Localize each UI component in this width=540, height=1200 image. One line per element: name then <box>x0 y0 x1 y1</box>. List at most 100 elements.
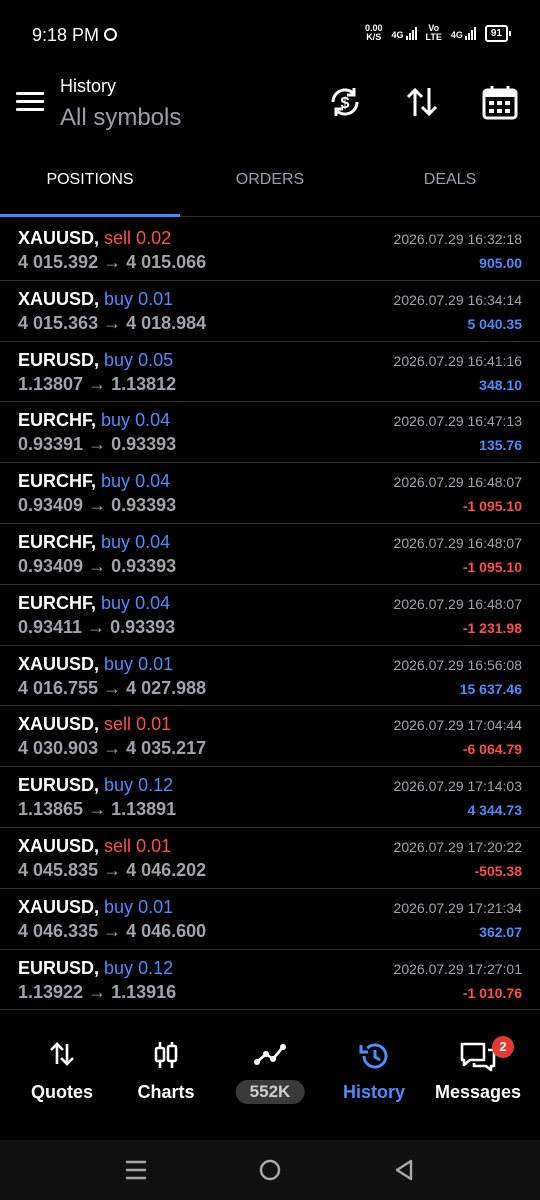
position-row[interactable]: XAUUSD, sell 0.02 4 015.392 → 4 015.066 20… <box>0 220 540 281</box>
position-symbol: XAUUSD, sell 0.02 <box>18 228 171 249</box>
close-price: 0.93393 <box>111 555 177 576</box>
tab-orders[interactable]: ORDERS <box>180 154 360 216</box>
position-profit: -1 231.98 <box>462 619 522 636</box>
nav-history[interactable]: History <box>320 1012 428 1140</box>
position-symbol: XAUUSD, buy 0.01 <box>18 289 173 310</box>
menu-icon[interactable] <box>16 92 44 112</box>
price-range: 0.93409 → 0.93393 <box>18 556 176 577</box>
position-profit: -505.38 <box>474 862 522 879</box>
price-range: 0.93391 → 0.93393 <box>18 434 176 455</box>
symbol-name: XAUUSD, <box>18 714 100 735</box>
position-symbol: XAUUSD, buy 0.01 <box>18 897 173 918</box>
position-time: 2026.07.29 17:04:44 <box>393 717 522 734</box>
price-range: 1.13865 → 1.13891 <box>18 799 176 820</box>
position-time: 2026.07.29 16:34:14 <box>393 291 522 308</box>
position-row[interactable]: XAUUSD, sell 0.01 4 030.903 → 4 035.217 20… <box>0 706 540 768</box>
position-row[interactable]: EURCHF, buy 0.04 0.93411 → 0.93393 2026.07… <box>0 585 540 646</box>
position-time: 2026.07.29 17:20:22 <box>393 838 522 855</box>
positions-list: XAUUSD, sell 0.02 4 015.392 → 4 015.066 20… <box>0 220 540 1011</box>
arrow-icon: → <box>88 434 107 455</box>
position-row[interactable]: XAUUSD, buy 0.01 4 015.363 → 4 018.984 202… <box>0 281 540 342</box>
position-time: 2026.07.29 17:27:01 <box>393 960 522 977</box>
price-range: 4 015.363 → 4 018.984 <box>18 313 206 334</box>
net-type-1: 4G <box>391 29 404 40</box>
nav-quotes[interactable]: Quotes <box>8 1012 116 1140</box>
open-price: 1.13807 <box>18 373 84 394</box>
tab-positions[interactable]: POSITIONS <box>0 154 180 217</box>
volume: 0.01 <box>136 714 172 735</box>
trade-side: buy 0.12 <box>104 775 173 795</box>
position-time: 2026.07.29 16:48:07 <box>393 534 522 551</box>
position-profit: 348.10 <box>479 376 522 393</box>
position-row[interactable]: XAUUSD, buy 0.01 4 046.335 → 4 046.600 202… <box>0 889 540 950</box>
price-range: 4 015.392 → 4 015.066 <box>18 252 206 273</box>
signal-bars-icon <box>405 26 417 40</box>
nav-messages[interactable]: 2 Messages <box>424 1012 532 1140</box>
position-row[interactable]: EURCHF, buy 0.04 0.93391 → 0.93393 2026.07… <box>0 402 540 464</box>
volume: 0.04 <box>135 471 171 492</box>
signal-2: 4G <box>450 26 476 40</box>
position-time: 2026.07.29 17:21:34 <box>393 899 522 916</box>
symbol-name: EURCHF, <box>18 531 97 552</box>
position-profit: -1 095.10 <box>462 558 522 575</box>
position-row[interactable]: EURCHF, buy 0.04 0.93409 → 0.93393 2026.07… <box>0 524 540 585</box>
symbol-filter[interactable]: All symbols <box>60 104 181 132</box>
header-label: History <box>60 76 117 96</box>
position-symbol: XAUUSD, buy 0.01 <box>18 654 173 675</box>
nav-messages-label: Messages <box>434 1082 522 1102</box>
position-profit: 4 344.73 <box>467 802 523 819</box>
symbol-name: XAUUSD, <box>18 896 100 917</box>
symbol-name: EURUSD, <box>18 957 100 978</box>
price-range: 0.93411 → 0.93393 <box>18 617 175 638</box>
open-price: 1.13865 <box>18 799 84 820</box>
price-range: 4 046.335 → 4 046.600 <box>18 921 206 942</box>
position-row[interactable]: EURUSD, buy 0.12 1.13922 → 1.13916 2026.07… <box>0 950 540 1011</box>
arrow-icon: → <box>88 799 107 820</box>
signal-bars-icon <box>464 26 476 40</box>
side-label: buy <box>104 653 134 674</box>
position-profit: 15 637.46 <box>459 680 522 697</box>
position-row[interactable]: EURUSD, buy 0.12 1.13865 → 1.13891 2026.07… <box>0 767 540 828</box>
close-price: 0.93393 <box>111 434 177 455</box>
trade-side: buy 0.04 <box>101 410 170 430</box>
volume: 0.04 <box>135 410 171 431</box>
symbol-name: XAUUSD, <box>18 653 100 674</box>
arrow-icon: → <box>88 981 107 1002</box>
open-price: 4 030.903 <box>18 738 99 759</box>
position-row[interactable]: EURCHF, buy 0.04 0.93409 → 0.93393 2026.07… <box>0 463 540 524</box>
sync-currency-icon[interactable]: $ <box>325 82 365 122</box>
volume: 0.04 <box>135 531 171 552</box>
back-icon[interactable] <box>392 1158 416 1182</box>
trade-side: sell 0.01 <box>104 836 171 856</box>
home-icon[interactable] <box>258 1158 282 1182</box>
calendar-icon[interactable] <box>480 82 520 122</box>
volume: 0.01 <box>136 835 172 856</box>
position-symbol: EURCHF, buy 0.04 <box>18 471 170 492</box>
symbol-name: EURCHF, <box>18 410 97 431</box>
net-type-2: 4G <box>450 29 463 40</box>
symbol-name: XAUUSD, <box>18 835 100 856</box>
open-price: 4 015.363 <box>18 312 99 333</box>
symbol-name: EURUSD, <box>18 349 100 370</box>
nav-quotes-label: Quotes <box>30 1082 93 1102</box>
recents-icon[interactable] <box>124 1158 148 1182</box>
sort-icon[interactable] <box>402 82 442 122</box>
nav-trade[interactable]: 552K <box>216 1012 324 1140</box>
price-range: 0.93409 → 0.93393 <box>18 495 176 516</box>
position-profit: -1 095.10 <box>462 498 522 515</box>
tab-deals[interactable]: DEALS <box>360 154 540 216</box>
side-label: buy <box>101 592 131 613</box>
position-symbol: XAUUSD, sell 0.01 <box>18 836 171 857</box>
position-row[interactable]: EURUSD, buy 0.05 1.13807 → 1.13812 2026.07… <box>0 342 540 403</box>
open-price: 0.93409 <box>18 555 84 576</box>
position-row[interactable]: XAUUSD, sell 0.01 4 045.835 → 4 046.202 20… <box>0 828 540 889</box>
trade-side: buy 0.01 <box>104 654 173 674</box>
position-row[interactable]: XAUUSD, buy 0.01 4 016.755 → 4 027.988 202… <box>0 646 540 707</box>
side-label: sell <box>104 835 132 856</box>
arrow-icon: → <box>103 738 122 759</box>
nav-charts[interactable]: Charts <box>112 1012 220 1140</box>
quotes-icon <box>50 1042 74 1066</box>
side-label: buy <box>104 349 134 370</box>
trade-icon <box>254 1044 286 1065</box>
open-price: 0.93391 <box>18 434 84 455</box>
